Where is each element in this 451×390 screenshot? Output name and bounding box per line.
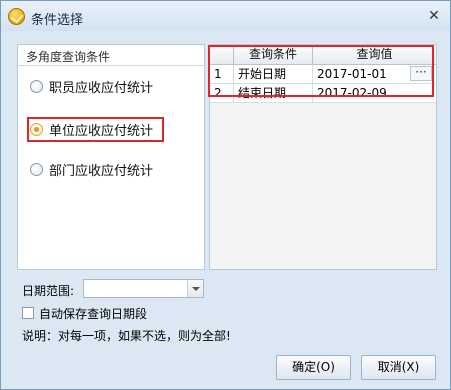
date-range-select[interactable] — [83, 279, 204, 298]
query-angle-group: 多角度查询条件 职员应收应付统计 单位应收应付统计 部门应收应付统计 — [17, 44, 205, 270]
radio-department-stats[interactable]: 部门应收应付统计 — [30, 160, 154, 179]
title-bar[interactable]: 条件选择 ✕ — [1, 1, 450, 31]
app-icon — [8, 8, 25, 25]
group-title-label: 多角度查询条件 — [26, 50, 111, 64]
date-range-label: 日期范围: — [22, 284, 75, 298]
auto-save-label: 自动保存查询日期段 — [39, 306, 148, 321]
auto-save-checkbox[interactable] — [22, 307, 34, 319]
window-title: 条件选择 — [31, 13, 84, 28]
radio-label: 职员应收应付统计 — [49, 80, 154, 96]
radio-label: 部门应收应付统计 — [49, 163, 154, 179]
highlight-box — [208, 45, 434, 97]
auto-save-checkbox-row[interactable]: 自动保存查询日期段 — [22, 305, 147, 321]
highlight-box — [27, 117, 164, 142]
dialog-body: 多角度查询条件 职员应收应付统计 单位应收应付统计 部门应收应付统计 查询条件 … — [8, 32, 444, 384]
close-button[interactable]: ✕ — [426, 8, 442, 24]
radio-icon[interactable] — [30, 79, 43, 93]
cancel-button[interactable]: 取消(X) — [361, 355, 436, 380]
note-text: 说明：对每一项，如果不选，则为全部! — [22, 329, 231, 343]
radio-staff-stats[interactable]: 职员应收应付统计 — [30, 77, 154, 96]
dialog-window: 条件选择 ✕ 多角度查询条件 职员应收应付统计 单位应收应付统计 部门应收应付统… — [0, 0, 451, 390]
chevron-down-icon[interactable] — [187, 280, 203, 297]
ok-button[interactable]: 确定(O) — [276, 355, 351, 380]
group-title: 多角度查询条件 — [18, 45, 204, 66]
radio-icon[interactable] — [30, 162, 43, 176]
